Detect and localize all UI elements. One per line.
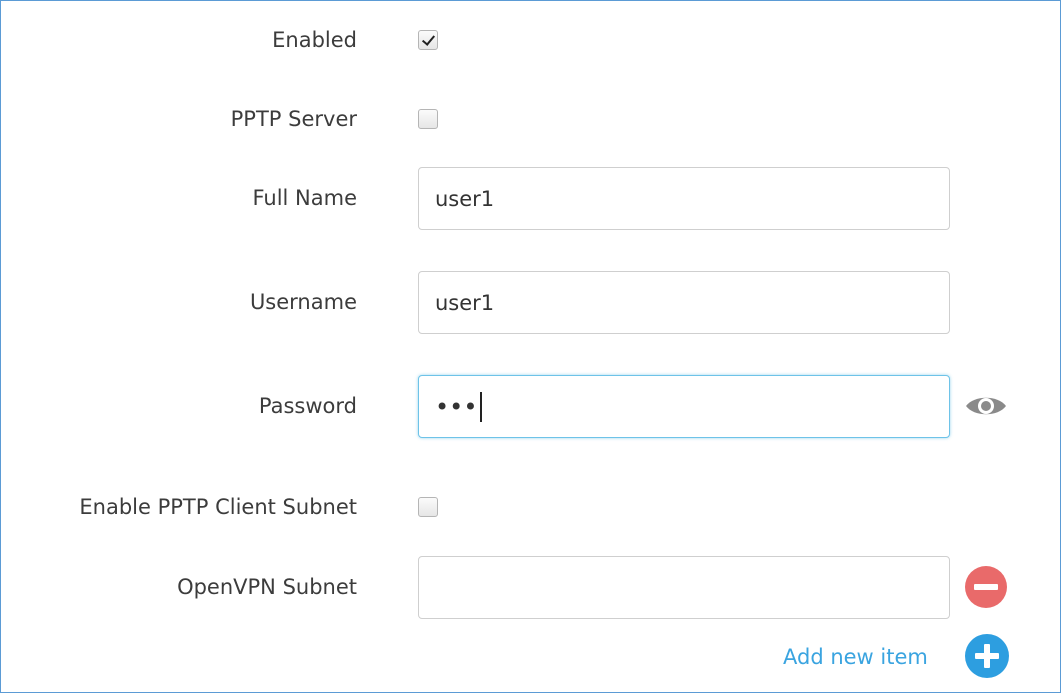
password-masked-value: ••• bbox=[435, 392, 478, 421]
plus-circle-icon[interactable] bbox=[964, 633, 1010, 679]
full-name-value: user1 bbox=[435, 186, 495, 211]
full-name-label: Full Name bbox=[252, 186, 357, 210]
username-label: Username bbox=[249, 290, 357, 314]
openvpn-subnet-label: OpenVPN Subnet bbox=[177, 575, 357, 599]
minus-circle-icon[interactable] bbox=[964, 565, 1008, 609]
eye-icon[interactable] bbox=[964, 393, 1008, 419]
password-label: Password bbox=[258, 394, 357, 418]
user-form-panel: Enabled PPTP Server Full Name user1 User… bbox=[0, 0, 1061, 693]
text-caret bbox=[480, 391, 483, 422]
pptp-server-checkbox[interactable] bbox=[418, 109, 438, 129]
enable-pptp-client-subnet-label: Enable PPTP Client Subnet bbox=[79, 495, 357, 519]
username-input[interactable]: user1 bbox=[418, 271, 950, 334]
enabled-checkbox[interactable] bbox=[418, 30, 438, 50]
add-new-item-link[interactable]: Add new item bbox=[783, 645, 928, 669]
password-input[interactable]: ••• bbox=[418, 375, 950, 438]
openvpn-subnet-input[interactable] bbox=[418, 556, 950, 619]
username-value: user1 bbox=[435, 290, 495, 315]
enabled-label: Enabled bbox=[272, 28, 357, 52]
pptp-server-label: PPTP Server bbox=[230, 107, 357, 131]
enable-pptp-client-subnet-checkbox[interactable] bbox=[418, 497, 438, 517]
full-name-input[interactable]: user1 bbox=[418, 167, 950, 230]
